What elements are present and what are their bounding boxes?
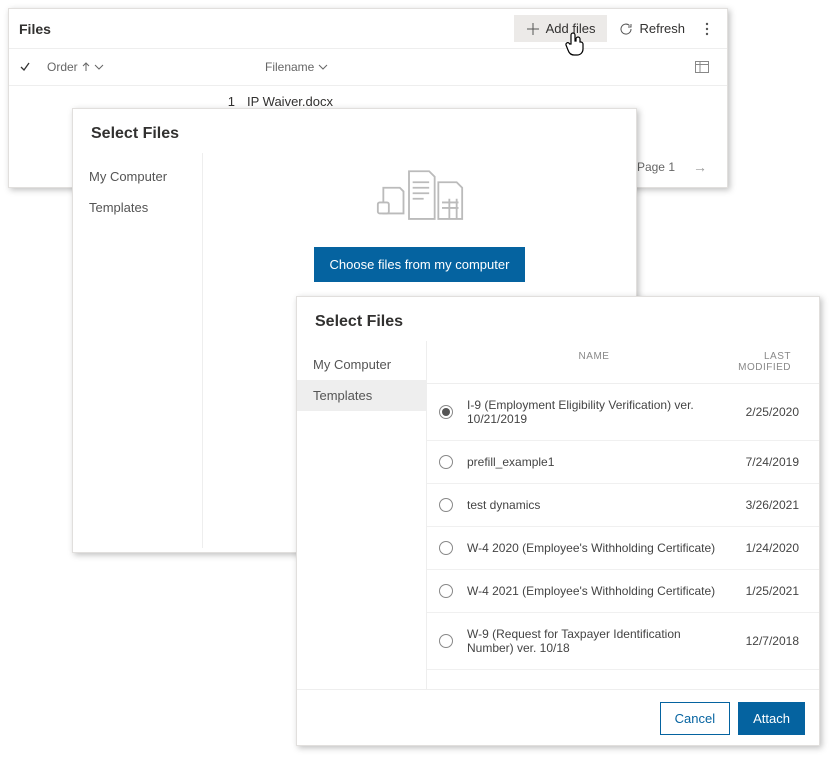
select-all-checkbox[interactable] xyxy=(19,61,47,73)
template-modified-date: 3/26/2021 xyxy=(729,498,799,512)
template-modified-date: 1/24/2020 xyxy=(729,541,799,555)
template-table-header: NAME LAST MODIFIED xyxy=(427,341,819,384)
files-title: Files xyxy=(19,21,51,37)
refresh-label: Refresh xyxy=(639,21,685,36)
template-rows-container[interactable]: I-9 (Employment Eligibility Verification… xyxy=(427,384,819,689)
dialog-sidebar: My Computer Templates xyxy=(73,153,203,548)
template-name: W-9 (Request for Taxpayer Identification… xyxy=(467,627,729,655)
template-row[interactable]: W-4 2020 (Employee's Withholding Certifi… xyxy=(427,527,819,570)
chevron-down-icon xyxy=(94,64,104,70)
template-name: I-9 (Employment Eligibility Verification… xyxy=(467,398,729,426)
page-label: Page 1 xyxy=(637,160,675,174)
radio-button[interactable] xyxy=(439,498,453,512)
template-modified-date: 2/25/2020 xyxy=(729,405,799,419)
template-name: prefill_example1 xyxy=(467,455,729,469)
add-files-button[interactable]: Add files xyxy=(514,15,608,42)
template-row[interactable]: prefill_example17/24/2019 xyxy=(427,441,819,484)
column-picker-icon xyxy=(695,61,709,73)
refresh-icon xyxy=(619,22,633,36)
chevron-down-icon xyxy=(318,64,328,70)
cancel-button[interactable]: Cancel xyxy=(660,702,730,735)
template-name: W-4 2021 (Employee's Withholding Certifi… xyxy=(467,584,729,598)
choose-files-button[interactable]: Choose files from my computer xyxy=(314,247,526,282)
radio-button[interactable] xyxy=(439,405,453,419)
dialog-main: NAME LAST MODIFIED I-9 (Employment Eligi… xyxy=(427,341,819,689)
template-row[interactable]: I-9 (Employment Eligibility Verification… xyxy=(427,384,819,441)
column-header-filename[interactable]: Filename xyxy=(265,60,328,74)
template-name: W-4 2020 (Employee's Withholding Certifi… xyxy=(467,541,729,555)
row-order: 1 xyxy=(47,94,247,109)
more-menu-button[interactable] xyxy=(697,16,717,42)
more-vertical-icon xyxy=(705,22,709,36)
template-modified-date: 12/7/2018 xyxy=(729,634,799,648)
files-column-headers: Order Filename xyxy=(9,49,727,86)
template-row[interactable]: W-4 2021 (Employee's Withholding Certifi… xyxy=(427,570,819,613)
row-filename: IP Waiver.docx xyxy=(247,94,333,109)
column-order-label: Order xyxy=(47,60,78,74)
refresh-button[interactable]: Refresh xyxy=(607,15,697,42)
template-row[interactable]: test dynamics3/26/2021 xyxy=(427,484,819,527)
column-picker-button[interactable] xyxy=(687,55,717,79)
attach-button[interactable]: Attach xyxy=(738,702,805,735)
plus-icon xyxy=(526,22,540,36)
column-filename-label: Filename xyxy=(265,60,314,74)
sidebar-item-templates[interactable]: Templates xyxy=(297,380,426,411)
template-row[interactable]: W-9 (Request for Taxpayer Identification… xyxy=(427,613,819,670)
column-header-modified[interactable]: LAST MODIFIED xyxy=(721,351,791,373)
select-files-dialog-templates: Select Files My Computer Templates NAME … xyxy=(296,296,820,746)
files-header: Files Add files Refresh xyxy=(9,9,727,49)
next-page-button[interactable]: → xyxy=(685,155,715,179)
template-modified-date: 1/25/2021 xyxy=(729,584,799,598)
sidebar-item-templates[interactable]: Templates xyxy=(73,192,202,223)
radio-button[interactable] xyxy=(439,584,453,598)
dialog-title: Select Files xyxy=(297,297,819,341)
template-name: test dynamics xyxy=(467,498,729,512)
column-header-name[interactable]: NAME xyxy=(467,351,721,373)
add-files-label: Add files xyxy=(546,21,596,36)
column-header-order[interactable]: Order xyxy=(47,60,247,74)
template-modified-date: 7/24/2019 xyxy=(729,455,799,469)
sort-asc-icon xyxy=(82,62,90,72)
radio-button[interactable] xyxy=(439,541,453,555)
dialog-title: Select Files xyxy=(73,109,636,153)
documents-illustration-icon xyxy=(365,163,475,233)
sidebar-item-my-computer[interactable]: My Computer xyxy=(73,161,202,192)
dialog-footer: Cancel Attach xyxy=(297,689,819,747)
dialog-sidebar: My Computer Templates xyxy=(297,341,427,689)
sidebar-item-my-computer[interactable]: My Computer xyxy=(297,349,426,380)
arrow-right-icon: → xyxy=(693,159,707,175)
radio-button[interactable] xyxy=(439,455,453,469)
radio-button[interactable] xyxy=(439,634,453,648)
